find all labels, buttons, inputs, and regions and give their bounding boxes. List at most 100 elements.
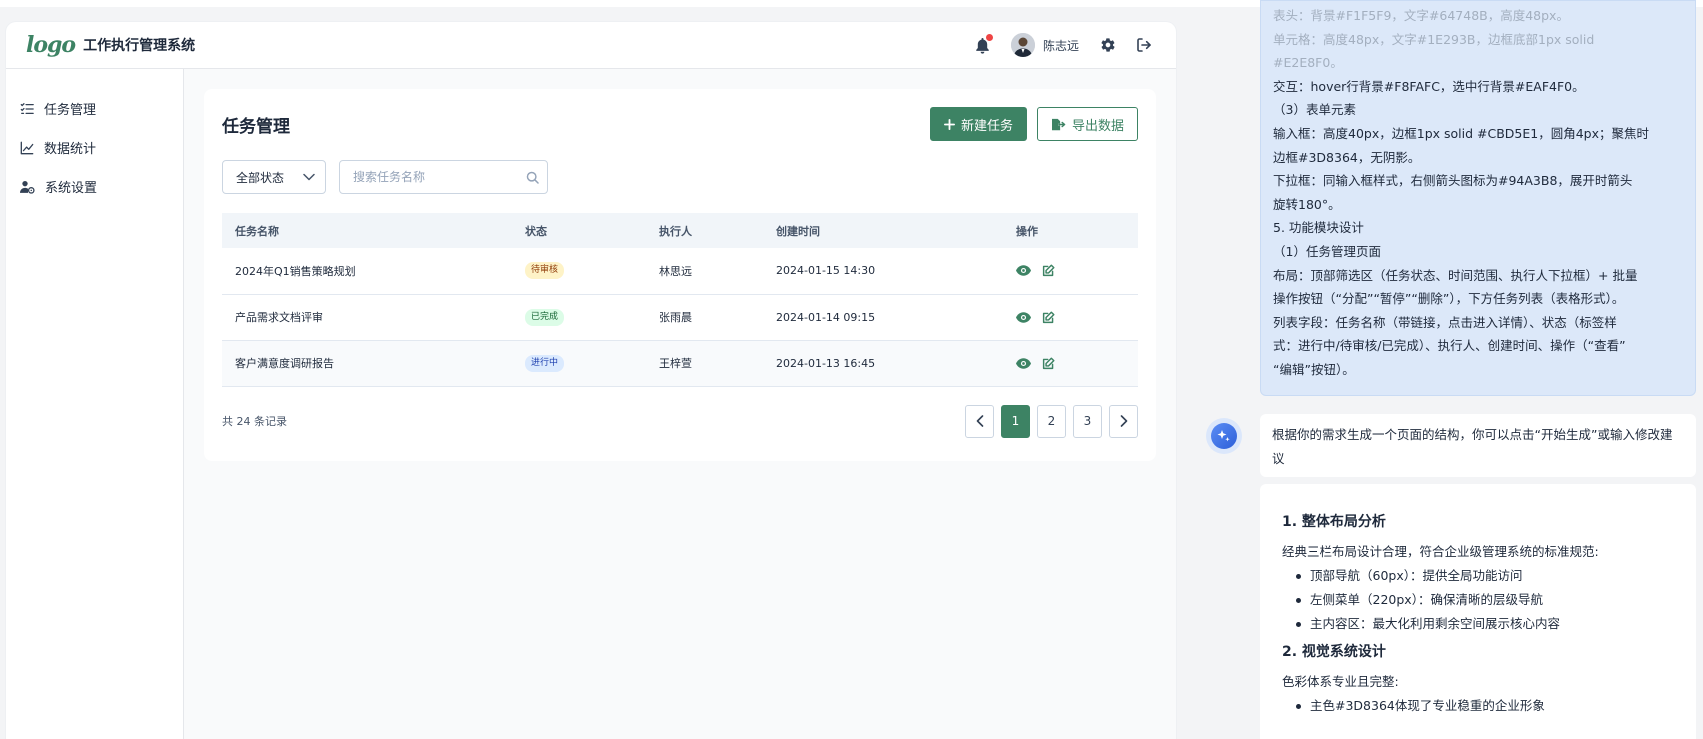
actions-cell	[1003, 248, 1138, 295]
table-header-row: 任务名称 状态 执行人 创建时间 操作	[222, 213, 1138, 248]
gear-icon	[1101, 38, 1115, 52]
app-header: logo 工作执行管理系统 陈志远	[6, 22, 1176, 69]
next-page-button[interactable]	[1109, 404, 1138, 438]
sparkle-icon	[1217, 430, 1230, 442]
message-line: 下拉框：同输入框样式，右侧箭头图标为#94A3B8，展开时箭头	[1273, 173, 1633, 189]
task-list-icon	[20, 102, 34, 114]
search-input[interactable]	[353, 170, 513, 184]
user-gear-icon	[20, 180, 35, 194]
eye-icon[interactable]	[1016, 311, 1031, 323]
record-count: 共 24 条记录	[222, 415, 287, 428]
task-name-link[interactable]: 产品需求文档评审	[222, 294, 512, 341]
status-cell: 进行中	[512, 340, 646, 387]
file-export-icon	[1051, 118, 1066, 130]
sidebar-item-label: 任务管理	[44, 103, 97, 118]
sidebar-item-settings[interactable]: 系统设置	[6, 167, 183, 206]
sidebar-item-label: 数据统计	[44, 142, 97, 157]
message-line: 操作按钮（“分配”“暂停”“删除”），下方任务列表（表格形式）。	[1273, 291, 1625, 307]
eye-icon[interactable]	[1016, 357, 1031, 369]
message-line: 边框#3D8364，无阴影。	[1273, 149, 1421, 165]
column-header-created: 创建时间	[763, 213, 1003, 248]
message-line: （3）表单元素	[1273, 102, 1356, 118]
card-header: 任务管理 新建任务 导出数据	[222, 107, 1138, 141]
logout-button[interactable]	[1134, 35, 1154, 55]
message-line: 旋转180°。	[1273, 196, 1341, 212]
table-row[interactable]: 产品需求文档评审 已完成 张雨晨 2024-01-14 09:15	[222, 294, 1138, 341]
export-button[interactable]: 导出数据	[1036, 107, 1138, 141]
status-cell: 已完成	[512, 294, 646, 341]
list-item: 左侧菜单（220px）：确保清晰的层级导航	[1296, 588, 1674, 612]
assignee-cell: 林思远	[646, 248, 763, 295]
export-label: 导出数据	[1071, 118, 1124, 134]
message-line: 5. 功能模块设计	[1273, 220, 1364, 236]
created-cell: 2024-01-14 09:15	[763, 294, 1003, 341]
sidebar-item-label: 系统设置	[45, 181, 98, 196]
edit-icon[interactable]	[1042, 356, 1055, 370]
logo: logo	[26, 32, 76, 58]
user-name[interactable]: 陈志远	[1043, 37, 1079, 54]
assignee-cell: 张雨晨	[646, 294, 763, 341]
sidebar: 任务管理 数据统计 系统设置	[6, 69, 184, 739]
status-cell: 待审核	[512, 248, 646, 295]
new-task-label: 新建任务	[960, 118, 1013, 134]
message-line: 列表字段：任务名称（带链接，点击进入详情）、状态（标签样	[1273, 314, 1617, 330]
notification-dot	[985, 34, 993, 41]
assistant-avatar	[1206, 418, 1242, 454]
app-title: 工作执行管理系统	[83, 38, 196, 54]
status-select[interactable]: 全部状态	[222, 160, 326, 194]
status-badge: 待审核	[525, 262, 565, 280]
table-row[interactable]: 2024年Q1销售策略规划 待审核 林思远 2024-01-15 14:30	[222, 248, 1138, 295]
notification-button[interactable]	[974, 34, 993, 55]
message-line: 交互：hover行背景#F8FAFC，选中行背景#EAF4F0。	[1273, 78, 1585, 94]
list-item: 主色#3D8364体现了专业稳重的企业形象	[1296, 694, 1674, 718]
message-line: #E2E8F0。	[1273, 55, 1343, 71]
brand[interactable]: logo 工作执行管理系统	[26, 32, 195, 58]
row-actions	[1016, 310, 1138, 324]
chevron-right-icon	[1120, 415, 1127, 427]
column-header-assignee: 执行人	[646, 213, 763, 248]
prev-page-button[interactable]	[965, 404, 994, 438]
edit-icon[interactable]	[1042, 264, 1055, 277]
filter-bar: 全部状态	[222, 160, 1138, 194]
message-line: 单元格：高度48px，文字#1E293B，边框底部1px solid	[1273, 31, 1595, 47]
assistant-message: 根据你的需求生成一个页面的结构，你可以点击“开始生成”或输入修改建议	[1260, 414, 1696, 477]
page-button-2[interactable]: 2	[1037, 404, 1066, 438]
sidebar-item-statistics[interactable]: 数据统计	[6, 128, 183, 167]
search-icon[interactable]	[526, 171, 539, 184]
status-badge: 已完成	[525, 308, 565, 326]
message-line: “编辑”按钮）。	[1273, 361, 1355, 377]
page-button-1[interactable]: 1	[1001, 404, 1030, 438]
search-box	[339, 160, 548, 194]
task-table: 任务名称 状态 执行人 创建时间 操作 2024年Q1销售策略规划 待审核 林思…	[222, 213, 1138, 387]
column-header-status: 状态	[512, 213, 646, 248]
chat-panel: 表头：背景#F1F5F9，文字#64748B，高度48px。 单元格：高度48p…	[1195, 0, 1703, 739]
toolbar: 新建任务 导出数据	[929, 107, 1138, 141]
avatar[interactable]	[1010, 33, 1035, 57]
analysis-list-2: 主色#3D8364体现了专业稳重的企业形象	[1282, 694, 1674, 718]
pagination: 1 2 3	[965, 404, 1138, 438]
message-line: 输入框：高度40px，边框1px solid #CBD5E1，圆角4px；聚焦时	[1273, 125, 1650, 141]
eye-icon[interactable]	[1016, 265, 1031, 276]
list-item: 顶部导航（60px）：提供全局功能访问	[1296, 564, 1674, 588]
analysis-card: 1. 整体布局分析 经典三栏布局设计合理，符合企业级管理系统的标准规范: 顶部导…	[1260, 484, 1696, 739]
edit-icon[interactable]	[1042, 310, 1055, 324]
list-item: 主内容区：最大化利用剩余空间展示核心内容	[1296, 612, 1674, 636]
user-avatar-icon	[1010, 33, 1035, 57]
task-name-link[interactable]: 2024年Q1销售策略规划	[222, 248, 512, 295]
row-actions	[1016, 356, 1138, 370]
column-header-name: 任务名称	[222, 213, 512, 248]
created-cell: 2024-01-13 16:45	[763, 340, 1003, 387]
page-button-3[interactable]: 3	[1073, 404, 1102, 438]
table-row[interactable]: 客户满意度调研报告 进行中 王梓萱 2024-01-13 16:45	[222, 340, 1138, 387]
header-actions: 陈志远	[974, 33, 1154, 57]
new-task-button[interactable]: 新建任务	[929, 107, 1027, 141]
main-content: 任务管理 新建任务 导出数据 全部状态 搜索任务名称 任务名称 状态 执行人 创…	[184, 69, 1176, 739]
settings-button[interactable]	[1098, 35, 1118, 55]
message-line: （1）任务管理页面	[1273, 243, 1381, 259]
app-window: logo 工作执行管理系统 陈志远 任务管理 数据统计 系统设置 任务管理 新建…	[6, 22, 1176, 739]
sidebar-item-task-management[interactable]: 任务管理	[6, 89, 183, 128]
analysis-heading-2: 2. 视觉系统设计	[1282, 644, 1386, 660]
row-actions	[1016, 264, 1138, 277]
task-name-link[interactable]: 客户满意度调研报告	[222, 340, 512, 387]
table-footer: 共 24 条记录 1 2 3	[222, 404, 1138, 438]
